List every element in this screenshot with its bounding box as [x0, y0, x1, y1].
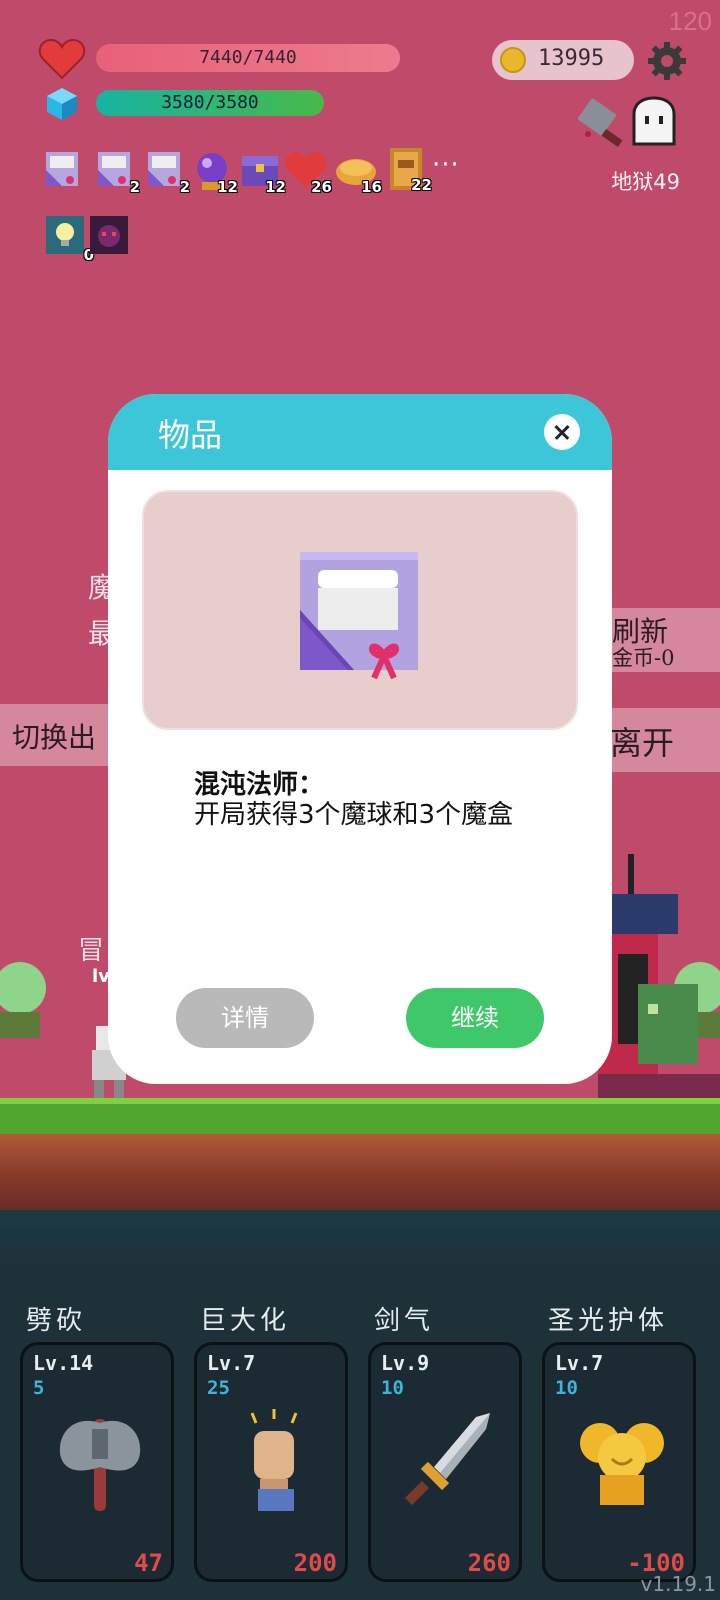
item-name: 混沌法师： [194, 770, 325, 800]
item-description: 开局获得3个魔球和3个魔盒 [194, 800, 514, 830]
dialog-header: 物品 [108, 394, 612, 470]
item-preview [142, 490, 578, 730]
close-icon[interactable] [544, 414, 580, 450]
item-dialog: 物品 混沌法师： 开局获得3个魔球和3个魔盒 详情 继续 [108, 394, 612, 1084]
magic-box-icon [300, 552, 418, 680]
details-button[interactable]: 详情 [176, 988, 314, 1048]
dialog-title: 物品 [158, 416, 223, 454]
modal-overlay: 物品 混沌法师： 开局获得3个魔球和3个魔盒 详情 继续 [0, 0, 720, 1600]
continue-button[interactable]: 继续 [406, 988, 544, 1048]
